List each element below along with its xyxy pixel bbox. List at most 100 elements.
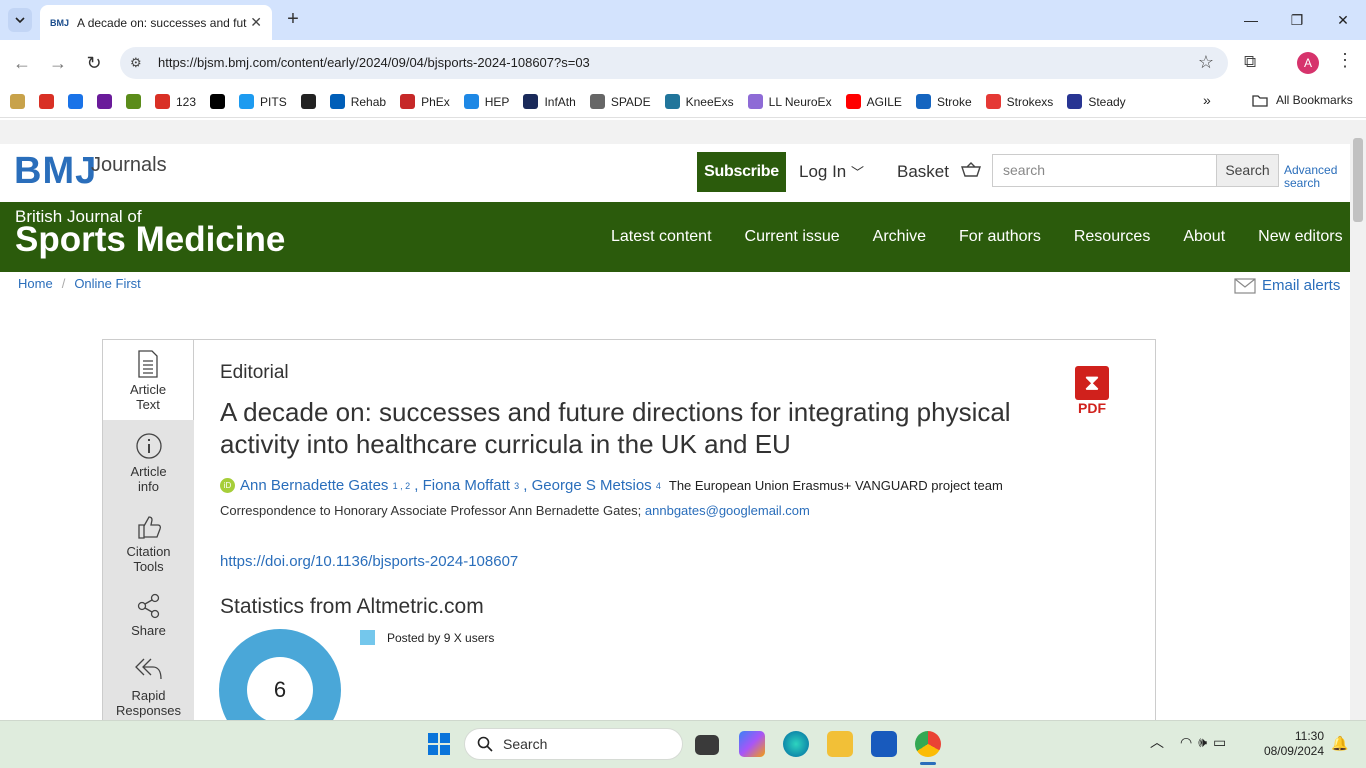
author-link[interactable]: George S Metsios xyxy=(532,477,652,494)
search-button[interactable]: Search xyxy=(1216,154,1279,187)
close-tab-icon[interactable]: ✕ xyxy=(250,14,262,31)
email-alerts-link[interactable]: Email alerts xyxy=(1234,277,1340,294)
bookmark-item[interactable] xyxy=(10,94,25,109)
edge-icon[interactable] xyxy=(783,731,809,757)
extensions-icon[interactable]: ⧉ xyxy=(1244,52,1256,72)
all-bookmarks-folder[interactable]: All Bookmarks xyxy=(1252,93,1353,107)
bookmark-star-icon[interactable]: ☆ xyxy=(1198,52,1214,73)
kebab-menu-icon[interactable]: ⋮ xyxy=(1336,50,1354,71)
c-icon xyxy=(97,94,112,109)
taskbar-search[interactable]: Search xyxy=(464,728,683,760)
orcid-icon[interactable]: iD xyxy=(220,478,235,493)
bookmark-item[interactable]: Stroke xyxy=(915,94,972,109)
minimize-icon[interactable]: — xyxy=(1228,0,1274,40)
bookmark-label: PITS xyxy=(260,94,287,109)
stats-heading: Statistics from Altmetric.com xyxy=(220,595,484,618)
bookmark-item[interactable]: SPADE xyxy=(589,94,651,109)
bookmark-item[interactable] xyxy=(97,94,112,109)
altmetric-score: 6 xyxy=(247,657,313,720)
bookmark-item[interactable]: InfAth xyxy=(523,94,576,109)
chevron-up-icon[interactable]: ︿ xyxy=(1150,732,1164,752)
bookmark-label: InfAth xyxy=(544,94,576,109)
nav-item[interactable]: Latest content xyxy=(611,228,712,246)
sidebar-item-rapid-responses[interactable]: Rapid Responses xyxy=(103,656,194,718)
clock[interactable]: 11:30 08/09/2024 xyxy=(1256,729,1324,759)
volume-icon[interactable]: 🕪 xyxy=(1198,734,1207,751)
bookmark-item[interactable] xyxy=(126,94,141,109)
date: 08/09/2024 xyxy=(1263,744,1324,758)
more-bookmarks-icon[interactable]: » xyxy=(1203,92,1211,108)
file-explorer-icon[interactable] xyxy=(827,731,853,757)
restore-icon[interactable]: ❐ xyxy=(1274,0,1320,40)
article-panel: Article Text Article info Citation Tools Sh… xyxy=(102,339,1156,720)
breadcrumb-home[interactable]: Home xyxy=(18,276,53,291)
bookmark-item[interactable]: Steady xyxy=(1067,94,1126,109)
tab-search-button[interactable] xyxy=(8,8,32,32)
chrome-icon[interactable] xyxy=(915,731,941,757)
wifi-icon[interactable]: ◠ xyxy=(1180,734,1192,751)
doi-link[interactable]: https://doi.org/10.1136/bjsports-2024-10… xyxy=(220,553,518,570)
breadcrumb: Home / Online First xyxy=(18,276,141,291)
profile-avatar[interactable]: A xyxy=(1297,52,1319,74)
windows-start-icon[interactable] xyxy=(428,733,450,755)
journal-title-line2[interactable]: Sports Medicine xyxy=(15,220,285,260)
brain-icon xyxy=(747,94,763,109)
sidebar-item-article-info[interactable]: Article info xyxy=(103,432,194,494)
word-icon[interactable] xyxy=(871,731,897,757)
task-view-icon[interactable] xyxy=(695,735,719,755)
bookmark-item[interactable]: PITS xyxy=(239,94,287,109)
bmj-journals-logo[interactable]: BMJ Journals xyxy=(14,150,167,193)
site-info-icon[interactable]: ⚙ xyxy=(130,55,142,71)
advanced-search-line1: Advanced xyxy=(1284,163,1338,177)
bookmark-item[interactable] xyxy=(300,94,316,109)
new-tab-button[interactable]: + xyxy=(282,8,304,30)
scrollbar-thumb[interactable] xyxy=(1353,138,1363,222)
sidebar-item-share[interactable]: Share xyxy=(103,593,194,638)
address-bar[interactable]: ⚙ https://bjsm.bmj.com/content/early/202… xyxy=(120,47,1228,79)
sidebar-item-article-text[interactable]: Article Text xyxy=(103,340,194,420)
bookmark-item[interactable] xyxy=(39,94,54,109)
nav-item[interactable]: For authors xyxy=(959,228,1041,246)
basket-link[interactable]: Basket xyxy=(897,162,982,182)
bookmark-item[interactable]: HEP xyxy=(463,94,509,109)
pdf-download[interactable]: ⧗ PDF xyxy=(1075,366,1109,416)
bookmark-item[interactable]: PhEx xyxy=(400,94,450,109)
bookmark-item[interactable]: Strokexs xyxy=(985,94,1053,109)
altmetric-donut[interactable]: 6 xyxy=(219,629,341,720)
bookmark-label: Rehab xyxy=(350,94,387,109)
bookmark-item[interactable]: LL NeuroEx xyxy=(747,94,832,109)
notification-bell-icon[interactable]: 🔔 xyxy=(1331,735,1348,752)
back-icon[interactable]: ← xyxy=(11,52,33,74)
author-link[interactable]: Fiona Moffatt xyxy=(423,477,510,494)
page-scrollbar[interactable] xyxy=(1350,120,1366,720)
search-input[interactable]: search xyxy=(992,154,1217,187)
battery-icon[interactable]: ▭ xyxy=(1213,734,1226,751)
basket-label: Basket xyxy=(897,162,949,181)
bookmark-item[interactable]: AGILE xyxy=(845,94,902,109)
active-tab[interactable]: BMJ A decade on: successes and fut ✕ xyxy=(40,5,272,40)
reload-icon[interactable]: ↻ xyxy=(83,52,105,74)
bookmark-item[interactable] xyxy=(210,94,226,109)
correspondence-email-link[interactable]: annbgates@googlemail.com xyxy=(645,503,810,518)
nav-item[interactable]: Archive xyxy=(873,228,926,246)
login-menu[interactable]: Log In ﹀ xyxy=(799,162,864,182)
nav-item[interactable]: About xyxy=(1183,228,1225,246)
advanced-search-link[interactable]: Advanced search xyxy=(1284,164,1337,190)
bookmark-item[interactable] xyxy=(68,94,83,109)
nav-item[interactable]: Resources xyxy=(1074,228,1150,246)
sidebar-item-citation-tools[interactable]: Citation Tools xyxy=(103,514,194,574)
nav-item[interactable]: Current issue xyxy=(745,228,840,246)
all-bookmarks-label: All Bookmarks xyxy=(1276,93,1353,107)
bookmark-item[interactable]: 123 xyxy=(155,94,196,109)
breadcrumb-online-first[interactable]: Online First xyxy=(74,276,140,291)
subscribe-button[interactable]: Subscribe xyxy=(697,152,786,192)
nav-item[interactable]: New editors xyxy=(1258,228,1342,246)
copilot-icon[interactable] xyxy=(739,731,765,757)
forward-icon[interactable]: → xyxy=(47,52,69,74)
close-window-icon[interactable]: ✕ xyxy=(1320,0,1366,40)
nhs-icon xyxy=(329,94,345,109)
bookmark-item[interactable]: KneeExs xyxy=(664,94,734,109)
author-link[interactable]: Ann Bernadette Gates xyxy=(240,477,388,494)
bookmark-item[interactable]: Rehab xyxy=(329,94,387,109)
sidebar-label: Article xyxy=(130,464,167,479)
